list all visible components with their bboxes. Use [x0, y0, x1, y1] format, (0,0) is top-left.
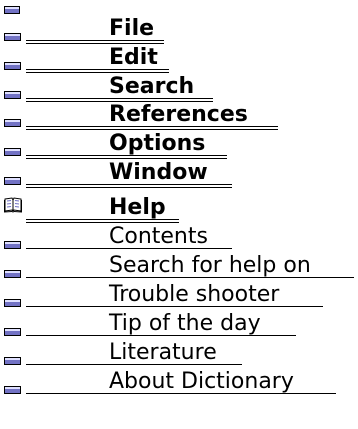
menu-item-label: References — [109, 102, 248, 127]
bar-icon — [4, 328, 21, 336]
menu-item-label: File — [109, 16, 155, 41]
help-item-literature[interactable]: Literature — [4, 338, 354, 370]
help-item-label: Contents — [109, 224, 208, 249]
bar-icon — [4, 241, 21, 249]
menu-item-options[interactable]: Options — [4, 129, 354, 161]
bar-icon — [4, 270, 21, 278]
menu-item-label: Options — [109, 131, 206, 156]
menu-item-label: Search — [109, 74, 195, 99]
menu-item-label: Edit — [109, 45, 158, 70]
bar-icon — [4, 386, 21, 394]
menu-item-edit[interactable]: Edit — [4, 43, 354, 75]
root-bar-icon — [4, 6, 20, 14]
help-item-label: Trouble shooter — [109, 282, 280, 307]
help-item-trouble-shooter[interactable]: Trouble shooter — [4, 280, 354, 312]
help-item-about-dictionary[interactable]: About Dictionary — [4, 367, 354, 399]
bar-icon — [4, 299, 21, 307]
bar-icon — [4, 91, 21, 99]
bar-icon — [4, 177, 21, 185]
bar-icon — [4, 357, 21, 365]
menu-item-help[interactable]: Help — [4, 193, 354, 225]
help-item-label: Search for help on — [109, 253, 311, 278]
bar-icon — [4, 148, 21, 156]
menu-item-window[interactable]: Window — [4, 158, 354, 190]
help-item-tip-of-the-day[interactable]: Tip of the day — [4, 309, 354, 341]
menu-item-file[interactable]: File — [4, 14, 354, 46]
bar-icon — [4, 62, 21, 70]
bar-icon — [4, 33, 21, 41]
help-item-contents[interactable]: Contents — [4, 222, 354, 254]
help-item-search-for-help-on[interactable]: Search for help on — [4, 251, 354, 283]
menu-item-references[interactable]: References — [4, 100, 354, 132]
help-item-label: About Dictionary — [109, 369, 294, 394]
menu-item-label: Window — [109, 160, 208, 185]
underline — [26, 187, 232, 188]
bar-icon — [4, 119, 21, 127]
book-icon — [4, 197, 22, 213]
help-item-label: Literature — [109, 340, 217, 365]
help-label: Help — [109, 195, 166, 220]
help-item-label: Tip of the day — [109, 311, 261, 336]
